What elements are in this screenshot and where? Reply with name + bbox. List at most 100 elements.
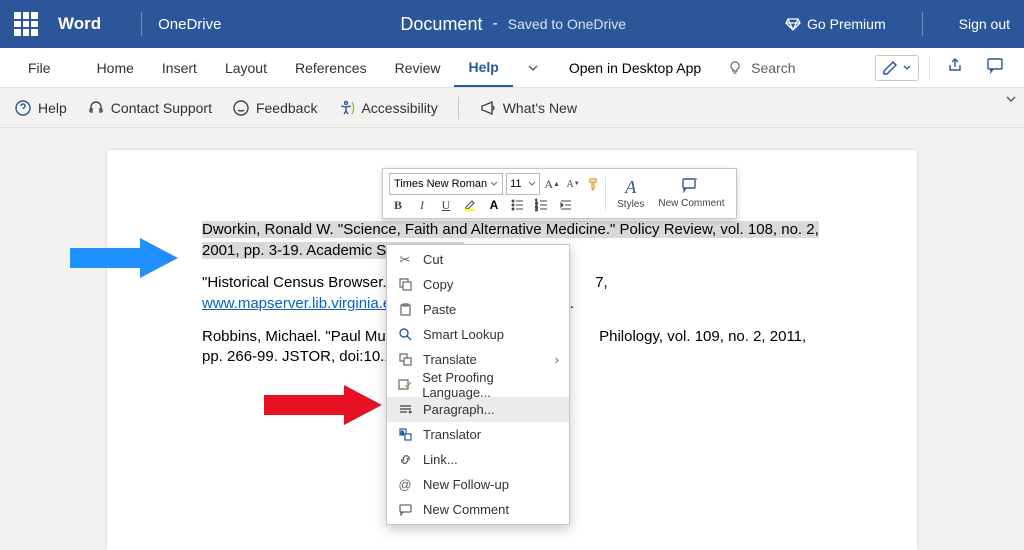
- lightbulb-icon: [727, 60, 743, 76]
- help-ribbon: Help Contact Support Feedback Accessibil…: [0, 88, 1024, 128]
- menu-item-smart-lookup[interactable]: Smart Lookup: [387, 322, 569, 347]
- grow-font-button[interactable]: A▲: [543, 175, 561, 193]
- chevron-down-icon: [528, 180, 536, 188]
- tab-file[interactable]: File: [14, 48, 65, 87]
- comment-icon: [986, 56, 1004, 74]
- tab-insert[interactable]: Insert: [148, 48, 211, 87]
- divider: [922, 12, 923, 36]
- comment-plus-icon: [682, 177, 700, 198]
- new-comment-button[interactable]: New Comment: [653, 177, 729, 210]
- bullets-icon: [511, 198, 525, 212]
- svg-text:a: a: [401, 430, 404, 436]
- search-box[interactable]: Search: [727, 60, 795, 76]
- annotation-arrow-blue: [70, 238, 180, 278]
- italic-button[interactable]: I: [413, 196, 431, 214]
- indent-icon: [559, 198, 573, 212]
- shrink-font-button[interactable]: A▼: [564, 175, 582, 193]
- document-title[interactable]: Document: [400, 14, 482, 35]
- scissors-icon: ✂: [397, 252, 413, 268]
- at-icon: @: [397, 477, 413, 492]
- menu-item-paragraph[interactable]: Paragraph...: [387, 397, 569, 422]
- storage-location[interactable]: OneDrive: [158, 16, 221, 33]
- numbering-button[interactable]: 123: [533, 196, 551, 214]
- headset-icon: [87, 99, 105, 117]
- share-button[interactable]: [940, 50, 970, 85]
- context-menu: ✂Cut Copy Paste Smart Lookup Translate› …: [386, 244, 570, 525]
- go-premium-button[interactable]: Go Premium: [785, 16, 886, 32]
- svg-text:3: 3: [535, 207, 538, 212]
- chevron-down-icon: [1004, 92, 1018, 106]
- question-circle-icon: [14, 99, 32, 117]
- megaphone-icon: [479, 99, 497, 117]
- pencil-icon: [882, 60, 898, 76]
- translate-icon: [397, 353, 413, 366]
- annotation-arrow-red: [264, 385, 384, 425]
- tab-home[interactable]: Home: [83, 48, 148, 87]
- font-color-button[interactable]: A: [485, 196, 503, 214]
- help-button[interactable]: Help: [14, 99, 67, 117]
- menu-item-proofing-language[interactable]: Set Proofing Language...: [387, 372, 569, 397]
- paintbrush-icon: [587, 177, 601, 191]
- menu-item-link[interactable]: Link...: [387, 447, 569, 472]
- smile-icon: [232, 99, 250, 117]
- app-launcher-icon[interactable]: [14, 12, 38, 36]
- chevron-down-icon: [527, 62, 539, 74]
- link-icon: [397, 453, 413, 466]
- menu-item-translate[interactable]: Translate›: [387, 347, 569, 372]
- bullets-button[interactable]: [509, 196, 527, 214]
- menu-item-new-followup[interactable]: @New Follow-up: [387, 472, 569, 497]
- hyperlink[interactable]: www.mapserver.lib.virginia.edu/: [202, 295, 412, 312]
- tab-more[interactable]: [513, 48, 553, 87]
- font-family-select[interactable]: Times New Roman: [389, 173, 503, 195]
- chevron-right-icon: ›: [555, 352, 559, 367]
- chevron-down-icon: [490, 180, 498, 188]
- whats-new-button[interactable]: What's New: [479, 99, 577, 117]
- highlighter-icon: [463, 198, 477, 212]
- title-bar: Word OneDrive Document - Saved to OneDri…: [0, 0, 1024, 48]
- accessibility-icon: [337, 99, 355, 117]
- menu-item-cut[interactable]: ✂Cut: [387, 247, 569, 272]
- app-name: Word: [58, 14, 101, 34]
- diamond-icon: [785, 16, 801, 32]
- divider: [141, 12, 142, 36]
- tab-layout[interactable]: Layout: [211, 48, 281, 87]
- copy-icon: [397, 278, 413, 291]
- highlight-button[interactable]: [461, 196, 479, 214]
- menu-item-paste[interactable]: Paste: [387, 297, 569, 322]
- feedback-button[interactable]: Feedback: [232, 99, 317, 117]
- search-icon: [397, 328, 413, 341]
- accessibility-button[interactable]: Accessibility: [337, 99, 437, 117]
- comment-icon: [397, 503, 413, 516]
- ribbon-tabs: File Home Insert Layout References Revie…: [0, 48, 1024, 88]
- menu-item-copy[interactable]: Copy: [387, 272, 569, 297]
- tab-help[interactable]: Help: [454, 48, 512, 87]
- font-size-select[interactable]: 11: [506, 173, 540, 195]
- tab-references[interactable]: References: [281, 48, 381, 87]
- translator-icon: a: [397, 428, 413, 441]
- underline-button[interactable]: U: [437, 196, 455, 214]
- divider: [458, 97, 459, 119]
- proofing-icon: [397, 378, 412, 391]
- clipboard-icon: [397, 303, 413, 316]
- share-icon: [946, 56, 964, 74]
- editing-mode-button[interactable]: [875, 55, 919, 81]
- tab-review[interactable]: Review: [381, 48, 455, 87]
- bold-button[interactable]: B: [389, 196, 407, 214]
- chevron-down-icon: [902, 63, 912, 73]
- styles-button[interactable]: AStyles: [612, 177, 649, 210]
- numbering-icon: 123: [535, 198, 549, 212]
- save-status: Saved to OneDrive: [508, 16, 626, 32]
- comments-button[interactable]: [980, 50, 1010, 85]
- paragraph-icon: [397, 403, 413, 416]
- menu-item-translator[interactable]: aTranslator: [387, 422, 569, 447]
- menu-item-new-comment[interactable]: New Comment: [387, 497, 569, 522]
- dash: -: [492, 15, 497, 33]
- format-painter-button[interactable]: [585, 175, 603, 193]
- styles-icon: A: [625, 177, 636, 198]
- mini-toolbar: Times New Roman 11 A▲ A▼ B I U A 123 ASt…: [382, 168, 737, 219]
- open-in-desktop-button[interactable]: Open in Desktop App: [553, 60, 717, 76]
- contact-support-button[interactable]: Contact Support: [87, 99, 212, 117]
- indent-button[interactable]: [557, 196, 575, 214]
- ribbon-overflow[interactable]: [1004, 92, 1018, 111]
- sign-out-button[interactable]: Sign out: [959, 16, 1010, 32]
